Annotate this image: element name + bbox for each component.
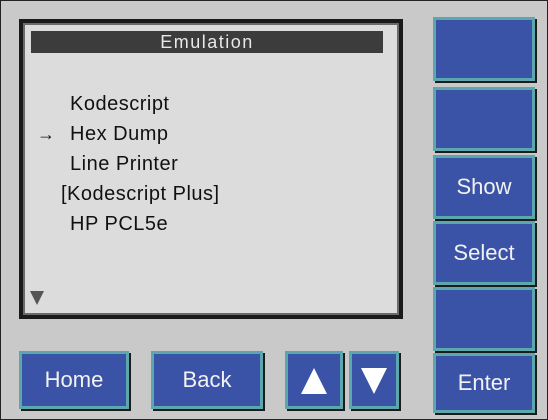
show-button[interactable]: Show [433, 155, 535, 219]
screen-title: Emulation [31, 31, 383, 53]
arrow-up-icon [301, 368, 327, 395]
menu-item-label: [Kodescript Plus] [61, 183, 220, 205]
lcd-screen: Emulation Kodescript → Hex Dump Line Pri… [19, 19, 403, 319]
scroll-up-button[interactable] [285, 351, 343, 409]
home-button[interactable]: Home [19, 351, 129, 409]
side-button-1[interactable] [433, 17, 535, 81]
back-button[interactable]: Back [151, 351, 263, 409]
menu-item-label: HP PCL5e [70, 213, 169, 235]
menu-item-label: Line Printer [70, 153, 179, 175]
scroll-down-indicator-icon [30, 291, 44, 305]
menu-item-kodescript-plus[interactable]: [Kodescript Plus] [23, 179, 399, 209]
menu-item-label: Hex Dump [70, 123, 169, 145]
enter-button[interactable]: Enter [433, 353, 535, 413]
arrow-down-icon [361, 368, 387, 395]
side-button-2[interactable] [433, 87, 535, 151]
scroll-down-button[interactable] [349, 351, 399, 409]
menu-item-label: Kodescript [70, 93, 170, 115]
menu-item-hp-pcl5e[interactable]: HP PCL5e [23, 209, 399, 239]
menu-item-kodescript[interactable]: Kodescript [23, 89, 399, 119]
selection-arrow-icon: → [37, 124, 56, 144]
select-button[interactable]: Select [433, 221, 535, 285]
menu-item-line-printer[interactable]: Line Printer [23, 149, 399, 179]
control-panel: Emulation Kodescript → Hex Dump Line Pri… [0, 0, 548, 420]
emulation-menu: Kodescript → Hex Dump Line Printer [Kode… [23, 89, 399, 239]
menu-item-hex-dump[interactable]: → Hex Dump [23, 119, 399, 149]
side-button-5[interactable] [433, 287, 535, 351]
